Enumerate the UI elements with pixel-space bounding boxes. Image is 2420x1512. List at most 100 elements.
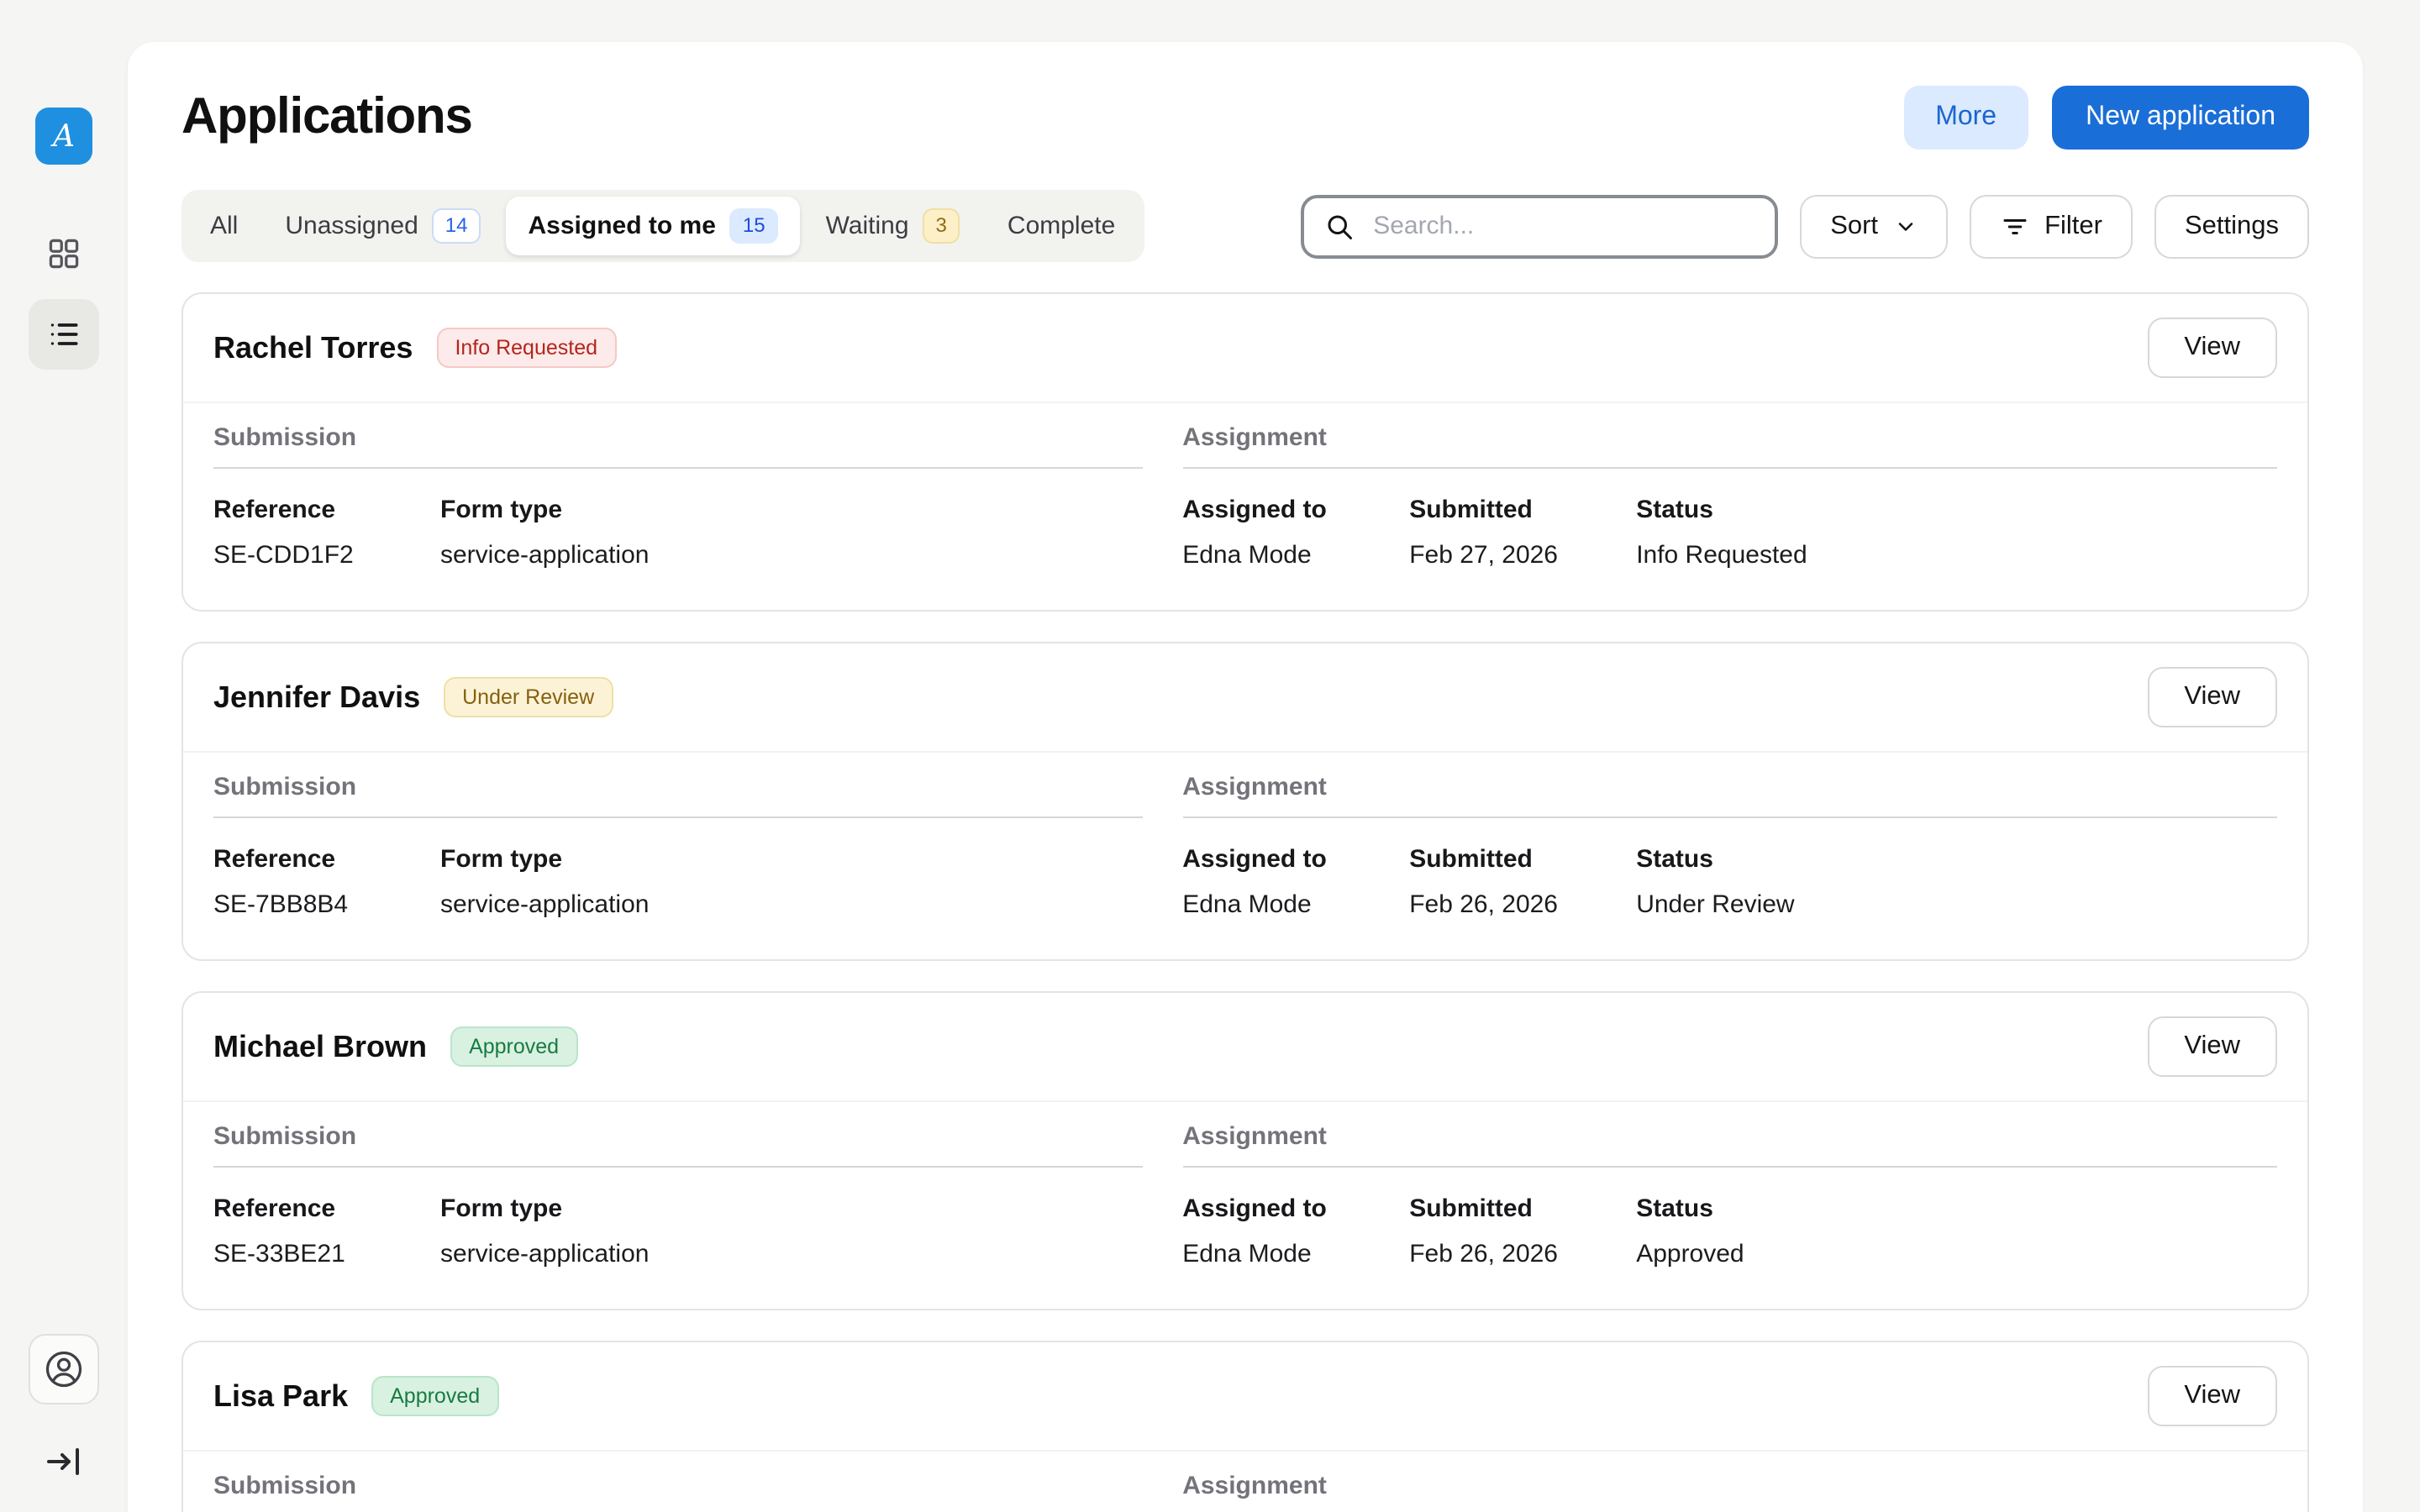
- view-button[interactable]: View: [2147, 318, 2277, 379]
- view-button[interactable]: View: [2147, 1017, 2277, 1078]
- main-panel: Applications More New application All Un…: [128, 42, 2363, 1512]
- account-button[interactable]: [29, 1334, 99, 1404]
- status-badge: Info Requested: [436, 328, 616, 369]
- application-card: Jennifer Davis Under Review View Submiss…: [182, 643, 2309, 962]
- reference-label: Reference: [213, 496, 420, 525]
- application-list: Rachel Torres Info Requested View Submis…: [182, 293, 2309, 1512]
- sort-label: Sort: [1830, 211, 1878, 241]
- tab-label: Assigned to me: [529, 212, 716, 240]
- submission-section-title: Submission: [213, 1123, 1142, 1168]
- submitted-value: Feb 26, 2026: [1409, 1241, 1616, 1269]
- more-button[interactable]: More: [1903, 86, 2028, 150]
- submission-section: Submission Reference SE-CDD1F2 Form type…: [213, 424, 1142, 570]
- submission-section-title: Submission: [213, 424, 1142, 470]
- status-badge: Approved: [371, 1377, 498, 1417]
- assignment-section: Assignment Assigned to Edna Mode Submitt…: [1182, 1123, 2277, 1269]
- assigned-to-label: Assigned to: [1182, 496, 1389, 525]
- person-icon: [42, 1347, 86, 1391]
- assignment-section-title: Assignment: [1182, 1123, 2277, 1168]
- status-label: Status: [1636, 846, 1843, 874]
- settings-button[interactable]: Settings: [2154, 194, 2309, 258]
- form-type-label: Form type: [440, 1195, 649, 1224]
- chevron-down-icon: [1893, 214, 1917, 238]
- assignment-section-title: Assignment: [1182, 424, 2277, 470]
- reference-value: SE-CDD1F2: [213, 542, 420, 570]
- logo-a-icon: A: [44, 116, 84, 156]
- assignment-section: Assignment Assigned to Edna Mode Submitt…: [1182, 424, 2277, 570]
- card-body: Submission Reference SE-7BB8B4 Form type…: [183, 753, 2307, 960]
- status-value: Under Review: [1636, 891, 1843, 920]
- form-type-label: Form type: [440, 846, 649, 874]
- tab-label: Complete: [1007, 212, 1115, 240]
- form-type-value: service-application: [440, 891, 649, 920]
- filter-button[interactable]: Filter: [1969, 194, 2133, 258]
- tab-label: Unassigned: [285, 212, 418, 240]
- status-value: Approved: [1636, 1241, 1843, 1269]
- tab-waiting[interactable]: Waiting 3: [804, 197, 982, 256]
- sidebar-item-applications[interactable]: [29, 299, 99, 370]
- status-value: Info Requested: [1636, 542, 1843, 570]
- search-box: [1301, 194, 1778, 258]
- assignment-section: Assignment Assigned to Submitted: [1182, 1473, 2277, 1512]
- reference-label: Reference: [213, 1195, 420, 1224]
- controls-row: All Unassigned 14 Assigned to me 15 Wait…: [182, 190, 2309, 263]
- applicant-name: Jennifer Davis: [213, 680, 420, 716]
- tab-label: Waiting: [826, 212, 909, 240]
- list-icon: [45, 316, 82, 353]
- tab-all[interactable]: All: [188, 200, 260, 252]
- view-button[interactable]: View: [2147, 668, 2277, 728]
- sidebar: A: [0, 0, 128, 1512]
- page-title: Applications: [182, 89, 472, 146]
- assignment-section-title: Assignment: [1182, 774, 2277, 819]
- submission-section-title: Submission: [213, 774, 1142, 819]
- form-type-value: service-application: [440, 1241, 649, 1269]
- applicant-name: Michael Brown: [213, 1030, 427, 1065]
- form-type-value: service-application: [440, 542, 649, 570]
- view-button[interactable]: View: [2147, 1367, 2277, 1427]
- tab-count-badge: 14: [432, 208, 481, 244]
- submitted-label: Submitted: [1409, 496, 1616, 525]
- svg-text:A: A: [50, 119, 75, 154]
- settings-label: Settings: [2185, 211, 2279, 241]
- submitted-label: Submitted: [1409, 1195, 1616, 1224]
- application-card: Lisa Park Approved View Submission Refer…: [182, 1341, 2309, 1512]
- reference-label: Reference: [213, 846, 420, 874]
- applicant-name: Rachel Torres: [213, 331, 413, 366]
- tab-assigned-to-me[interactable]: Assigned to me 15: [507, 197, 801, 256]
- filter-label: Filter: [2044, 211, 2102, 241]
- tab-complete[interactable]: Complete: [986, 200, 1137, 252]
- assigned-to-label: Assigned to: [1182, 846, 1389, 874]
- assignment-section: Assignment Assigned to Edna Mode Submitt…: [1182, 774, 2277, 920]
- submitted-label: Submitted: [1409, 846, 1616, 874]
- status-label: Status: [1636, 496, 1843, 525]
- assigned-to-value: Edna Mode: [1182, 891, 1389, 920]
- sidebar-item-dashboard[interactable]: [29, 218, 99, 289]
- logout-icon: [44, 1441, 84, 1482]
- submission-section: Submission Reference Form type: [213, 1473, 1142, 1512]
- card-header: Jennifer Davis Under Review View: [183, 644, 2307, 753]
- tab-count-badge: 15: [729, 208, 779, 244]
- logout-button[interactable]: [44, 1441, 84, 1482]
- new-application-button[interactable]: New application: [2052, 86, 2309, 150]
- page-header: Applications More New application: [182, 86, 2309, 150]
- tab-unassigned[interactable]: Unassigned 14: [263, 197, 502, 256]
- search-icon: [1324, 211, 1355, 241]
- submitted-value: Feb 27, 2026: [1409, 542, 1616, 570]
- application-card: Rachel Torres Info Requested View Submis…: [182, 293, 2309, 612]
- header-actions: More New application: [1903, 86, 2309, 150]
- assigned-to-value: Edna Mode: [1182, 542, 1389, 570]
- card-header: Rachel Torres Info Requested View: [183, 295, 2307, 404]
- app-window: A: [0, 0, 2420, 1512]
- sort-button[interactable]: Sort: [1800, 194, 1947, 258]
- card-body: Submission Reference SE-33BE21 Form type…: [183, 1103, 2307, 1310]
- status-badge: Approved: [450, 1027, 577, 1068]
- tab-count-badge: 3: [923, 208, 960, 244]
- app-logo: A: [35, 108, 92, 165]
- sidebar-nav: [29, 218, 99, 370]
- applicant-name: Lisa Park: [213, 1379, 348, 1415]
- status-tabs: All Unassigned 14 Assigned to me 15 Wait…: [182, 190, 1144, 263]
- application-card: Michael Brown Approved View Submission R…: [182, 992, 2309, 1311]
- submission-section: Submission Reference SE-33BE21 Form type…: [213, 1123, 1142, 1269]
- card-body: Submission Reference Form type: [183, 1452, 2307, 1512]
- search-input[interactable]: [1370, 210, 1754, 242]
